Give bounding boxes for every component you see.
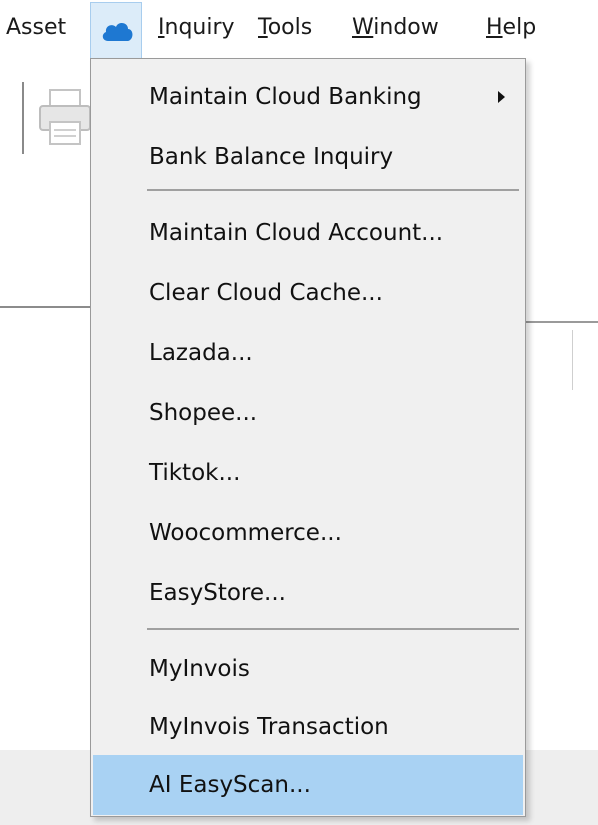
menu-item-myinvois[interactable]: MyInvois [93,639,523,699]
menu-item-label: EasyStore... [149,580,286,606]
menu-item-label: AI EasyScan... [149,772,311,798]
menu-item-label: MyInvois Transaction [149,714,389,740]
menu-item-lazada[interactable]: Lazada... [93,323,523,383]
menu-item-woocommerce[interactable]: Woocommerce... [93,503,523,563]
menu-item-myinvois-transaction[interactable]: MyInvois Transaction [93,697,523,757]
menu-separator [147,628,519,630]
menu-item-label: Tiktok... [149,460,241,486]
divider-line [524,321,598,323]
menu-item-easystore[interactable]: EasyStore... [93,563,523,623]
divider-line [0,306,92,308]
menu-window-label: indow [373,15,439,40]
menu-item-ai-easyscan[interactable]: AI EasyScan... [93,755,523,815]
menu-separator [147,189,519,191]
menu-inquiry[interactable]: Inquiry [158,10,235,46]
menu-item-label: Maintain Cloud Banking [149,84,422,110]
menu-item-label: Clear Cloud Cache... [149,280,383,306]
menu-item-bank-balance-inquiry[interactable]: Bank Balance Inquiry [93,127,523,187]
menu-item-label: Lazada... [149,340,253,366]
menu-item-clear-cloud-cache[interactable]: Clear Cloud Cache... [93,263,523,323]
menu-asset-label: Asset [6,15,67,40]
menu-help-label: elp [502,15,537,40]
menu-item-shopee[interactable]: Shopee... [93,383,523,443]
menu-bar: Asset Inquiry Tools Window Help [0,0,598,58]
menu-item-maintain-cloud-banking[interactable]: Maintain Cloud Banking [93,67,523,127]
menu-item-label: Woocommerce... [149,520,342,546]
cloud-dropdown-menu: Maintain Cloud Banking Bank Balance Inqu… [90,58,526,817]
menu-item-label: Shopee... [149,400,258,426]
menu-item-label: Bank Balance Inquiry [149,144,394,170]
application-window: Asset Inquiry Tools Window Help Maintain… [0,0,598,825]
menu-cloud[interactable] [90,2,142,58]
toolbar-separator [22,82,24,154]
menu-help-mnemonic: H [486,15,503,40]
menu-item-maintain-cloud-account[interactable]: Maintain Cloud Account... [93,203,523,263]
menu-inquiry-label: nquiry [164,15,235,40]
printer-icon[interactable] [36,88,92,152]
menu-tools[interactable]: Tools [258,10,312,46]
menu-window[interactable]: Window [352,10,439,46]
menu-item-label: MyInvois [149,656,250,682]
cloud-icon [102,23,133,41]
menu-tools-label: ools [267,15,313,40]
menu-window-mnemonic: W [352,15,374,40]
submenu-arrow-icon [498,91,505,103]
menu-item-label: Maintain Cloud Account... [149,220,444,246]
menu-tools-mnemonic: T [258,15,268,40]
menu-help[interactable]: Help [486,10,536,46]
menu-asset[interactable]: Asset [6,10,66,46]
divider-line [572,330,573,390]
menu-item-tiktok[interactable]: Tiktok... [93,443,523,503]
